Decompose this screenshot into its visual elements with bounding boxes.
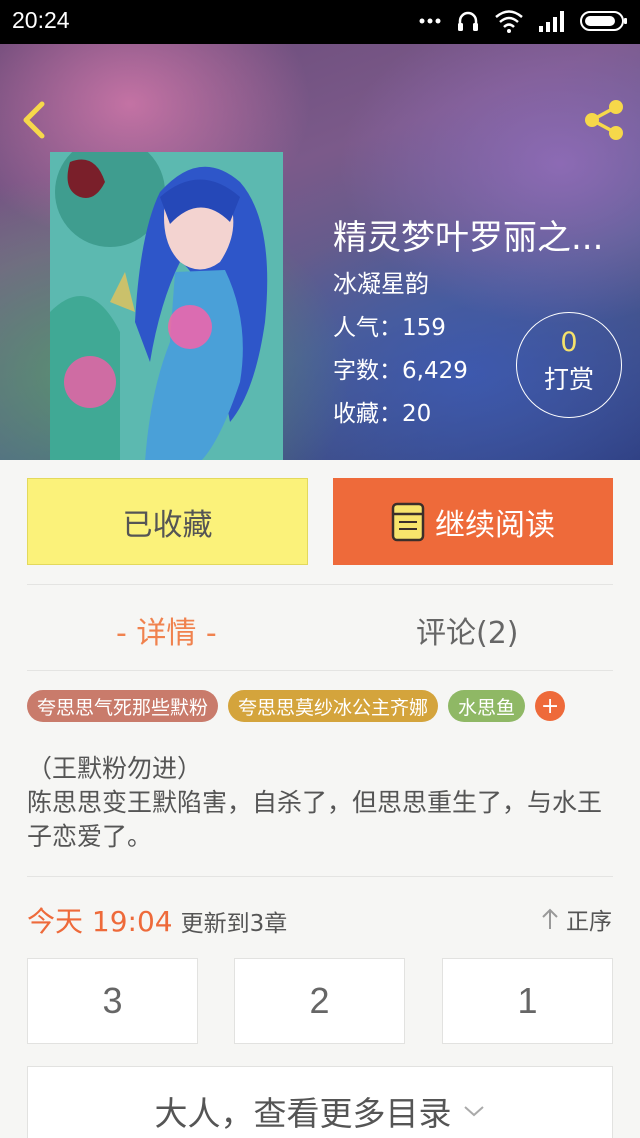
reward-label: 打赏 [543,365,594,394]
tag-item[interactable]: 夸思思莫纱冰公主齐娜 [228,690,439,722]
update-info: 今天 19:04 更新到3章 [27,900,287,940]
book-icon [391,502,425,541]
tag-item[interactable]: 夸思思气死那些默粉 [27,690,219,722]
chevron-down-icon [463,1106,484,1117]
chapter-button[interactable]: 2 [234,958,405,1044]
favorites-stat: 收藏：20 [333,401,432,427]
chapter-button[interactable]: 1 [442,958,613,1044]
book-cover-image[interactable] [50,152,283,460]
back-arrow-icon [23,101,45,139]
share-button[interactable] [580,96,628,144]
popularity-stat: 人气：159 [333,315,446,341]
divider [27,670,613,671]
divider [27,584,613,585]
anime-girl-cover-art [50,152,283,460]
continue-reading-label: 继续阅读 [435,507,555,543]
sort-order-label: 正序 [566,909,612,935]
divider [27,876,613,877]
more-chapters-label: 大人，查看更多目录 [154,1094,452,1133]
reward-count: 0 [560,327,578,358]
battery-icon [580,10,628,32]
collected-button[interactable]: 已收藏 [27,478,308,565]
book-title: 精灵梦叶罗丽之... [333,218,604,258]
back-button[interactable] [14,96,54,144]
update-time: 今天 19:04 [27,905,173,938]
collected-label: 已收藏 [122,507,213,543]
tag-item[interactable]: 水思鱼 [448,690,526,722]
share-icon [585,100,623,140]
signal-icon [538,10,566,32]
tag-list: 夸思思气死那些默粉 夸思思莫纱冰公主齐娜 水思鱼 + [27,690,566,722]
book-header: 精灵梦叶罗丽之... 冰凝星韵 人气：159 字数：6,429 收藏：20 0 … [0,44,640,460]
reward-button[interactable]: 0 打赏 [516,312,622,418]
word-count-stat: 字数：6,429 [333,358,468,384]
update-text: 更新到3章 [180,911,288,937]
sort-order-button[interactable]: 正序 [540,902,612,936]
arrow-up-icon [542,908,558,929]
status-icons [418,9,628,33]
tab-detail[interactable]: - 详情 - [116,608,217,652]
more-chapters-button[interactable]: 大人，查看更多目录 [27,1066,613,1138]
add-tag-button[interactable]: + [535,691,566,721]
status-bar: 20:24 [0,0,640,44]
more-dots-icon [418,17,442,25]
book-description: （王默粉勿进） 陈思思变王默陷害，自杀了，但思思重生了，与水王子恋爱了。 [27,754,603,851]
headphones-icon [456,9,480,33]
status-time: 20:24 [12,7,70,33]
tab-comments[interactable]: 评论(2) [416,608,519,652]
chapter-button[interactable]: 3 [27,958,198,1044]
book-author[interactable]: 冰凝星韵 [333,264,429,299]
continue-reading-button[interactable]: 继续阅读 [333,478,613,565]
wifi-icon [494,9,524,33]
